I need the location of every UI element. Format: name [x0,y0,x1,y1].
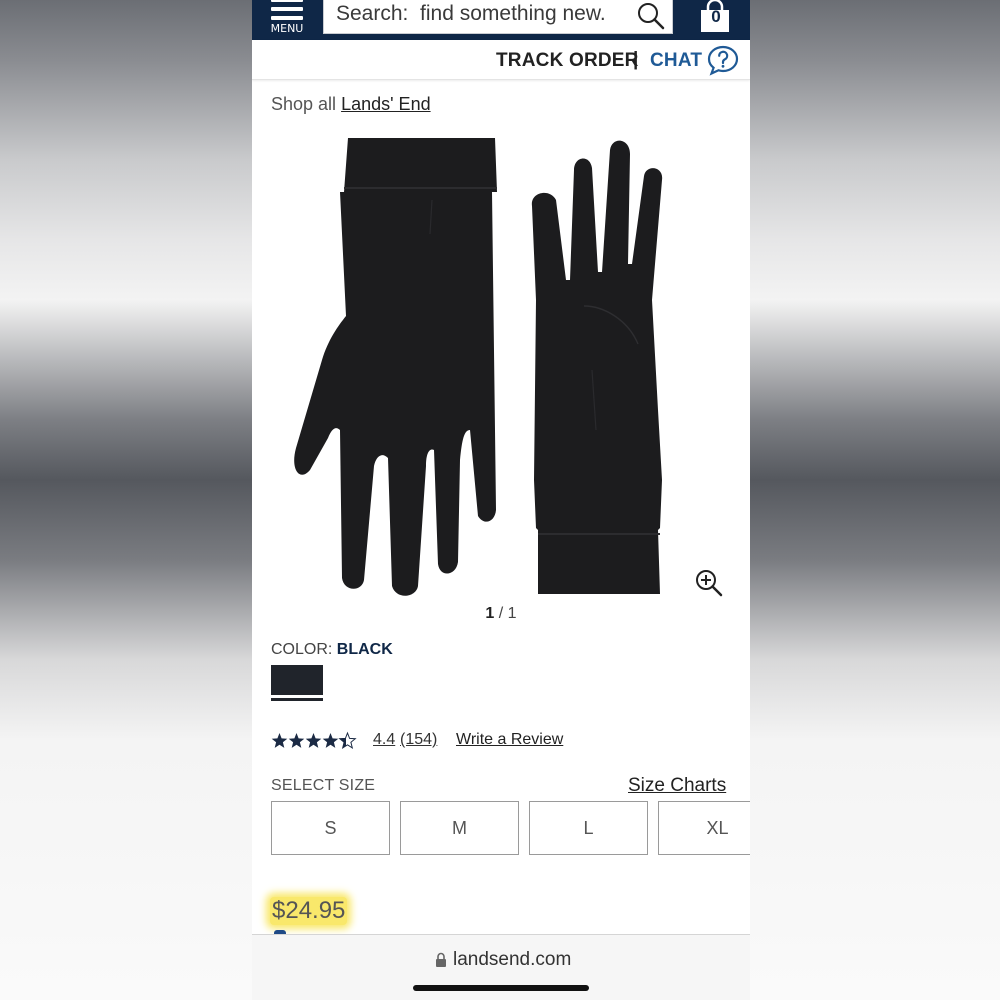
size-button-s[interactable]: S [271,801,390,855]
lock-icon [436,952,446,967]
url-text[interactable]: landsend.com [453,949,571,971]
size-button-xl[interactable]: XL [658,801,750,855]
color-swatch-black[interactable] [271,665,323,701]
size-charts-link[interactable]: Size Charts [628,775,726,797]
utility-bar: TRACK ORDER | CHAT [252,40,750,80]
image-pager: 1 / 1 [252,605,750,623]
size-button-m[interactable]: M [400,801,519,855]
swatch-selected-indicator [271,698,323,701]
review-count[interactable]: (154) [400,731,437,749]
brand-link[interactable]: Lands' End [341,94,431,114]
color-label: COLOR: [271,641,333,658]
top-navigation-bar: MENU 0 [252,0,750,40]
menu-label: MENU [270,22,304,35]
pager-current: 1 [485,605,495,622]
track-order-link[interactable]: TRACK ORDER [496,50,639,72]
search-icon[interactable] [636,1,666,31]
write-review-link[interactable]: Write a Review [456,731,563,749]
zoom-in-icon[interactable] [694,568,724,598]
swatch-fill [271,665,323,695]
cart-count: 0 [711,7,721,26]
color-value: BLACK [336,641,393,658]
color-selection-label: COLOR: BLACK [271,641,393,659]
menu-button[interactable]: MENU [262,0,312,40]
chat-link[interactable]: CHAT [650,50,702,72]
search-input[interactable] [336,0,626,29]
price: $24.95 [270,897,348,925]
browser-address-bar[interactable]: landsend.com [252,934,750,1000]
home-indicator[interactable] [413,985,589,991]
star-rating [271,732,356,749]
utility-separator: | [633,49,639,70]
select-size-label: SELECT SIZE [271,777,376,794]
search-box[interactable] [323,0,673,34]
rating-value[interactable]: 4.4 [373,731,395,749]
pager-total: / 1 [498,605,517,622]
chat-help-icon[interactable] [706,44,740,76]
product-image-gloves[interactable] [292,130,712,600]
breadcrumb-prefix: Shop all [271,94,337,114]
phone-screen: MENU 0 TRACK ORDER | CHAT Shop all [252,0,750,1000]
breadcrumb: Shop all Lands' End [271,94,431,115]
shopping-bag-button[interactable]: 0 [692,0,738,40]
size-options: S M L XL [271,801,750,857]
size-button-l[interactable]: L [529,801,648,855]
